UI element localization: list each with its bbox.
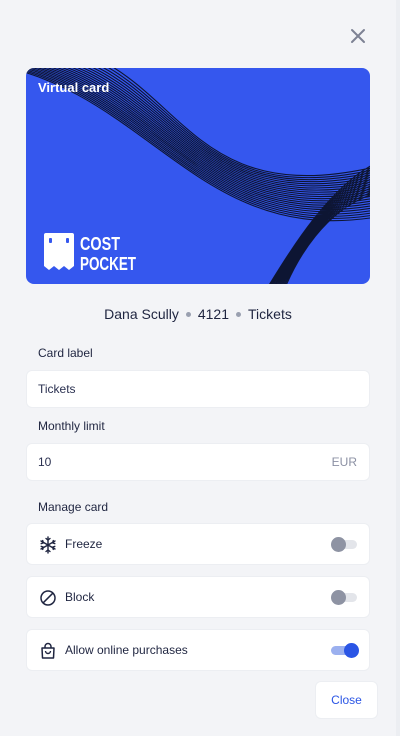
- scrollbar-track[interactable]: [396, 0, 400, 736]
- logo-text-line1: COST: [80, 234, 120, 254]
- monthly-limit-input[interactable]: [38, 444, 298, 480]
- freeze-label: Freeze: [65, 537, 103, 551]
- logo-text-line2: POCKET: [80, 254, 136, 274]
- card-type-title: Virtual card: [38, 80, 110, 95]
- online-purchases-row[interactable]: Allow online purchases: [26, 629, 370, 671]
- close-button[interactable]: Close: [315, 681, 378, 719]
- card-label-input[interactable]: [38, 371, 298, 407]
- online-purchases-label: Allow online purchases: [65, 643, 188, 657]
- card-summary-label: Tickets: [248, 306, 292, 322]
- snowflake-icon: [40, 536, 56, 554]
- virtual-card: Virtual card COST POCKET: [26, 68, 370, 284]
- monthly-limit-field-box: EUR: [26, 443, 370, 481]
- monthly-limit-heading: Monthly limit: [38, 419, 105, 433]
- block-toggle-knob: [331, 590, 346, 605]
- card-label-heading: Card label: [38, 346, 93, 360]
- card-owner-summary: Dana Scully 4121 Tickets: [0, 306, 396, 322]
- currency-suffix: EUR: [331, 455, 357, 469]
- cost-pocket-logo: COST POCKET: [44, 233, 136, 274]
- freeze-toggle[interactable]: [331, 537, 357, 552]
- card-last-digits: 4121: [197, 306, 230, 322]
- manage-card-heading: Manage card: [38, 500, 109, 514]
- block-icon: [40, 590, 56, 606]
- freeze-toggle-knob: [331, 537, 346, 552]
- card-owner-name: Dana Scully: [104, 306, 179, 322]
- separator-dot: [236, 311, 242, 317]
- online-purchases-toggle[interactable]: [331, 643, 359, 658]
- online-purchases-toggle-knob: [344, 643, 359, 658]
- separator-dot: [185, 311, 191, 317]
- block-toggle[interactable]: [331, 590, 357, 605]
- close-icon[interactable]: [348, 26, 368, 46]
- freeze-row[interactable]: Freeze: [26, 523, 370, 565]
- block-row[interactable]: Block: [26, 576, 370, 618]
- block-label: Block: [65, 590, 95, 604]
- card-label-field-box: [26, 370, 370, 408]
- shopping-bag-icon: [41, 642, 55, 659]
- card-details-panel: Virtual card COST POCKET Dana Scully 4121…: [0, 0, 400, 736]
